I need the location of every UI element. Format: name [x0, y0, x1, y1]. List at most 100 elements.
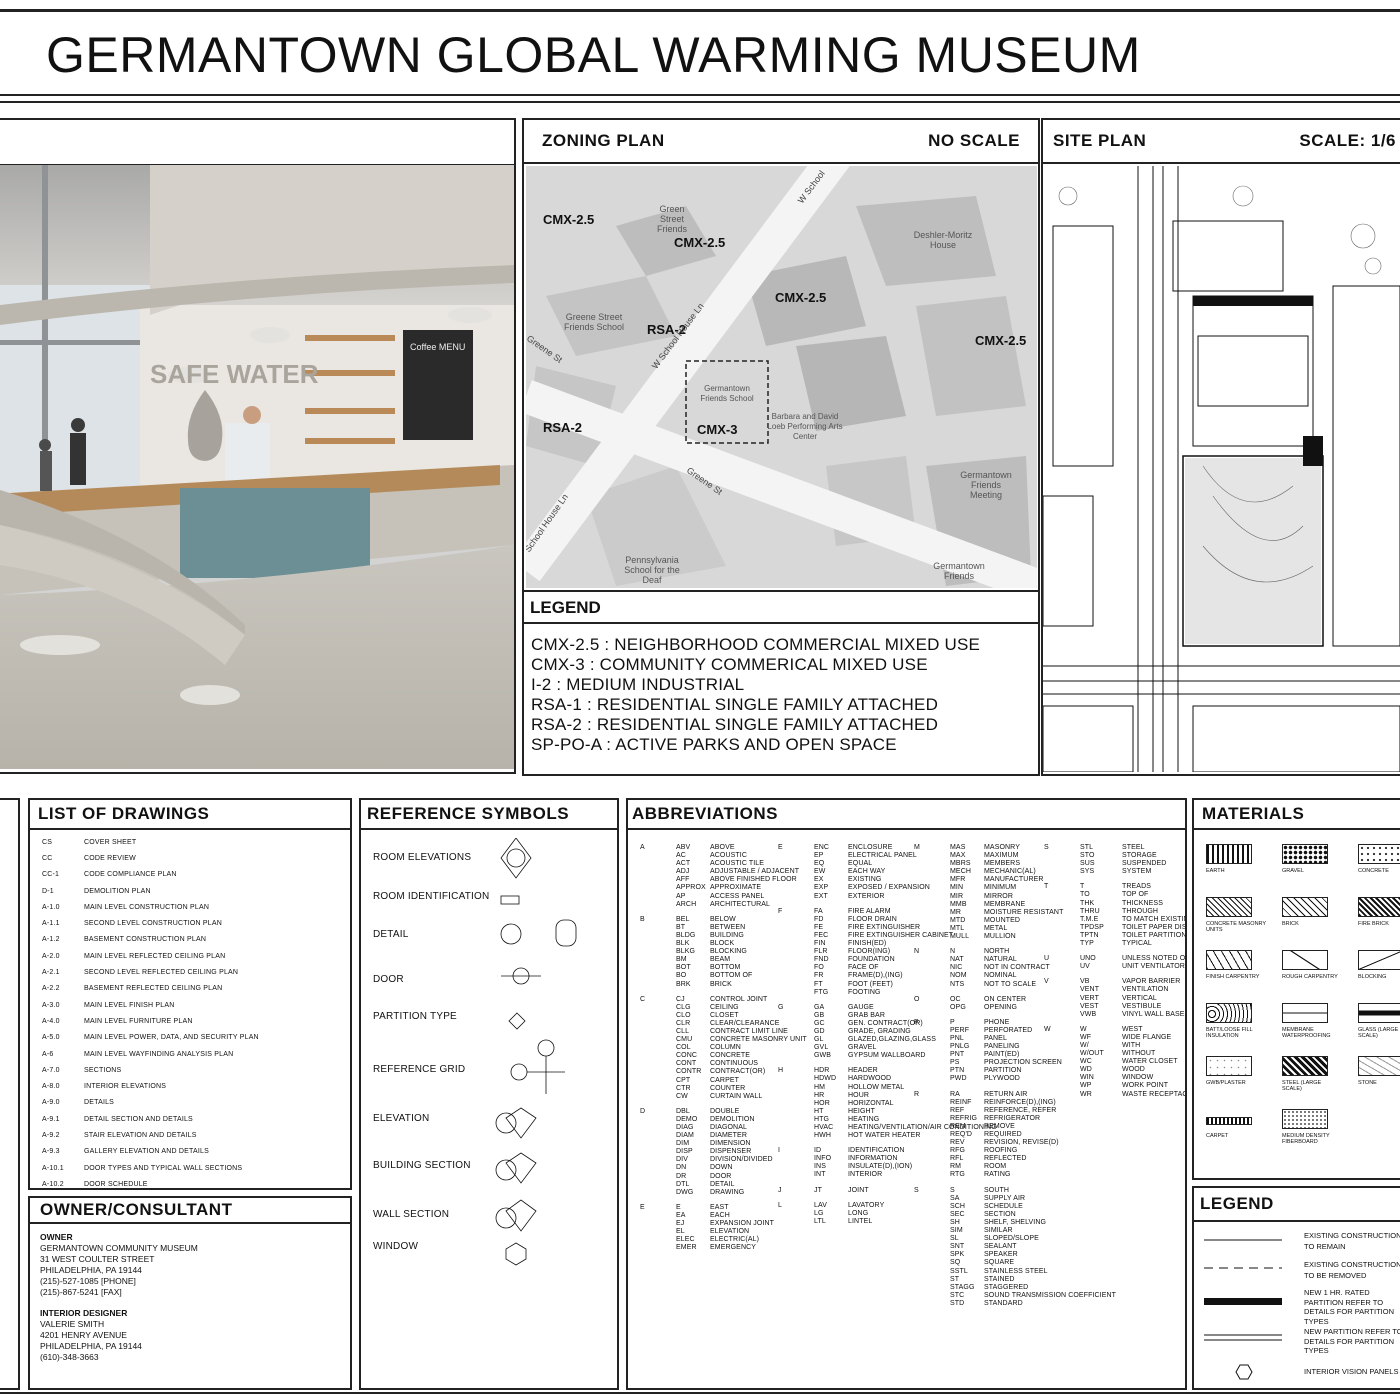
abbrev-entry: WP WORK POINT [1044, 1082, 1185, 1090]
abbrev-letter: T [1044, 883, 1049, 891]
abbrev-letter: N [914, 948, 920, 956]
abbrev-meaning: THROUGH [1122, 907, 1159, 915]
ref-symbol-label: DOOR [373, 974, 404, 985]
drawing-title: GALLERY ELEVATION AND DETAILS [84, 1148, 209, 1156]
abbrev-entry: VERT VERTICAL [1044, 995, 1185, 1003]
abbrev-meaning: STAINED [984, 1275, 1015, 1283]
drawing-row: A-8.0 INTERIOR ELEVATIONS [42, 1078, 342, 1094]
abbrev-key: MULL [950, 933, 970, 941]
abbrev-key: HT [814, 1107, 824, 1115]
abbrev-key: INFO [814, 1155, 832, 1163]
abbrev-key: GA [814, 1003, 825, 1011]
abbrev-meaning: FIRE ALARM [848, 907, 891, 915]
abbrev-group: T T TREADS TO TOP OF THK THICKNESS THRU THROUGH T… [1044, 883, 1185, 948]
material-swatch [1282, 844, 1328, 864]
abbrev-meaning: GAUGE [848, 1003, 874, 1011]
drawing-row: A-3.0 MAIN LEVEL FINISH PLAN [42, 997, 342, 1013]
drawing-row: D-1 DEMOLITION PLAN [42, 883, 342, 899]
drawing-title: MAIN LEVEL CONSTRUCTION PLAN [84, 903, 210, 911]
drawing-code: A-2.1 [42, 969, 60, 977]
abbrev-key: BRK [676, 980, 691, 988]
abbrev-meaning: ELEVATION [710, 1228, 750, 1236]
abbrev-key: S [950, 1186, 955, 1194]
zoning-legend-title: LEGEND [530, 598, 601, 617]
abbrev-meaning: REVISION, REVISE(D) [984, 1139, 1059, 1147]
ref-symbol-label: REFERENCE GRID [373, 1064, 466, 1075]
ref-symbol-label: ROOM IDENTIFICATION [373, 891, 490, 902]
abbrev-key: SL [950, 1235, 959, 1243]
abbrev-key: FEC [814, 931, 829, 939]
abbrev-meaning: TREADS [1122, 883, 1151, 891]
abbrev-meaning: WEST [1122, 1025, 1143, 1033]
wall-sign: SAFE WATER [150, 359, 319, 389]
drawing-row: A-2.2 BASEMENT REFLECTED CEILING PLAN [42, 981, 342, 997]
abbrev-entry: W/OUT WITHOUT [1044, 1050, 1185, 1058]
abbrev-entry: SCH SCHEDULE [914, 1203, 1116, 1211]
owner-title: OWNER/CONSULTANT [40, 1200, 233, 1219]
abbrev-meaning: DIAMETER [710, 1132, 747, 1140]
drawing-title: BASEMENT CONSTRUCTION PLAN [84, 936, 207, 944]
abbrev-meaning: LAVATORY [848, 1201, 885, 1209]
abbrev-meaning: FINISH(ED) [848, 940, 887, 948]
materials-header: MATERIALS [1194, 800, 1400, 830]
abbrev-meaning: HOUR [848, 1091, 870, 1099]
abbrev-letter: L [778, 1201, 782, 1209]
material-label: GWB/PLASTER [1206, 1080, 1246, 1086]
abbrev-meaning: BRICK [710, 980, 732, 988]
abbrev-meaning: FIRE EXTINGUISHER [848, 923, 921, 931]
abbrev-key: HR [814, 1091, 825, 1099]
abbrev-meaning: NOT TO SCALE [984, 980, 1037, 988]
abbrev-meaning: EXISTING [848, 876, 882, 884]
abbrev-letter: A [640, 844, 645, 851]
drawing-title: SECOND LEVEL REFLECTED CEILING PLAN [84, 969, 239, 977]
abbrev-meaning: FACE OF [848, 964, 879, 972]
abbrev-meaning: DEMOLITION [710, 1115, 755, 1123]
designer-line: (610)-348-3663 [40, 1352, 99, 1362]
abbrev-key: EXP [814, 884, 829, 892]
abbrev-key: WF [1080, 1033, 1092, 1041]
drawing-row: A-1.0 MAIN LEVEL CONSTRUCTION PLAN [42, 899, 342, 915]
material-cell: BRICK [1282, 897, 1342, 927]
abbrev-key: PNLG [950, 1043, 970, 1051]
material-cell: GLASS (LARGE SCALE) [1358, 1003, 1400, 1039]
material-label: CONCRETE [1358, 868, 1389, 874]
abbrev-meaning: ELECTRICAL PANEL [848, 852, 917, 860]
place-label: Pennsylvania School for the Deaf [624, 555, 680, 585]
abbrev-meaning: CONTROL JOINT [710, 995, 768, 1003]
abbrev-meaning: SOUND TRANSMISSION COEFFICIENT [984, 1291, 1116, 1299]
abbrev-entry: SH SHELF, SHELVING [914, 1219, 1116, 1227]
abbrev-key: REFRIG [950, 1114, 978, 1122]
abbrev-meaning: MASONRY [984, 844, 1020, 851]
abbreviations-panel: ABBREVIATIONS A ABV ABOVE AC ACOUSTIC ACT ACOU… [626, 798, 1187, 1390]
abbrev-key: VB [1080, 978, 1090, 986]
abbrev-column: S STL STEEL STO STORAGE SUS SUSPENDED SYS SYSTEM… [1044, 844, 1185, 1106]
drawing-title: DOOR SCHEDULE [84, 1180, 148, 1188]
abbrev-key: BLDG [676, 931, 696, 939]
abbrev-meaning: WIDE FLANGE [1122, 1033, 1172, 1041]
abbrev-entry: WR WASTE RECEPTACLE [1044, 1091, 1185, 1099]
drawing-row: CC-1 CODE COMPLIANCE PLAN [42, 867, 342, 883]
zone-label: CMX-2.5 [775, 290, 827, 305]
abbrev-key: VENT [1080, 986, 1100, 994]
abbrev-key: FND [814, 956, 829, 964]
abbrev-meaning: NOMINAL [984, 972, 1017, 980]
abbrev-key: CW [676, 1092, 688, 1100]
material-cell: FINISH CARPENTRY [1206, 950, 1266, 980]
abbrev-key: ELEC [676, 1236, 695, 1244]
drawing-row: A-4.0 MAIN LEVEL FURNITURE PLAN [42, 1013, 342, 1029]
abbrev-key: REV [950, 1139, 965, 1147]
drawings-panel: LIST OF DRAWINGS CS COVER SHEET CC CODE REV… [28, 798, 352, 1190]
abbrev-key: CLL [676, 1027, 690, 1035]
abbrev-meaning: UNIT VENTILATOR [1122, 963, 1185, 971]
drawing-title: DETAILS [84, 1099, 115, 1107]
abbrev-meaning: INSULATE(D),(ION) [848, 1163, 913, 1171]
material-label: STEEL (LARGE SCALE) [1282, 1080, 1322, 1092]
owner-line: PHILADELPHIA, PA 19144 [40, 1265, 142, 1275]
abbrev-key: REF [950, 1106, 965, 1114]
material-cell: STONE [1358, 1056, 1400, 1086]
abbrev-letter: R [914, 1090, 920, 1098]
abbrev-key: STAGG [950, 1283, 975, 1291]
abbrev-meaning: DETAIL [710, 1180, 735, 1188]
legend-panel: LEGEND EXISTING CONSTRUCTION TO REMAIN E… [1192, 1186, 1400, 1390]
abbrev-key: STC [950, 1291, 965, 1299]
